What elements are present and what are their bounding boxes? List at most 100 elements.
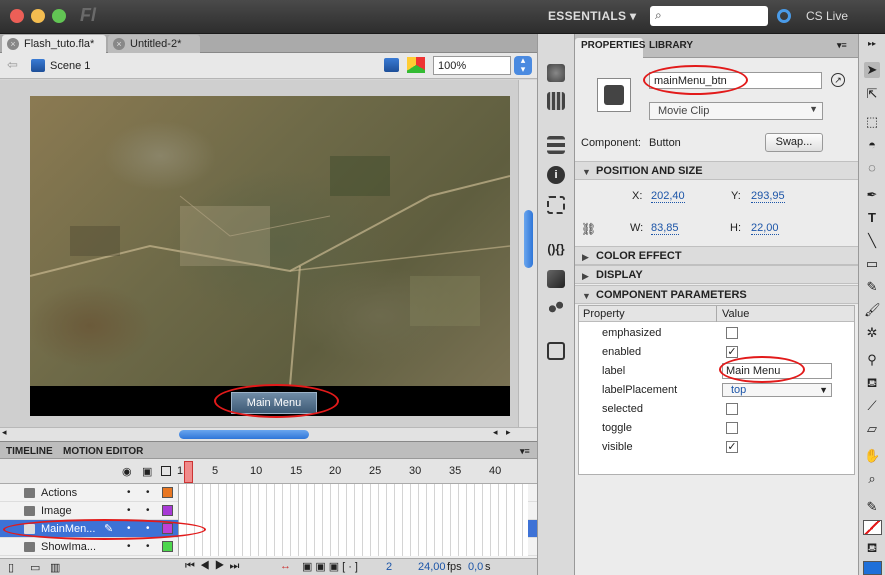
scroll-right-icon[interactable]: ▸ bbox=[506, 427, 511, 438]
subselection-tool-icon[interactable]: ⇱ bbox=[864, 86, 880, 102]
fill-color-icon[interactable]: ⛾ bbox=[864, 540, 880, 556]
outline-icon[interactable] bbox=[161, 466, 171, 476]
panel-menu-icon[interactable]: ▾≡ bbox=[520, 446, 530, 457]
lock-dot[interactable]: • bbox=[146, 505, 150, 516]
center-frame-icon[interactable]: ↔ bbox=[280, 560, 291, 572]
symbol-type-select[interactable]: Movie Clip ▼ bbox=[649, 102, 823, 120]
vertical-scrollbar[interactable] bbox=[518, 80, 537, 427]
horizontal-scroll-thumb[interactable] bbox=[179, 430, 309, 439]
eyedropper-icon[interactable]: ⟋ bbox=[864, 398, 880, 414]
fps-value[interactable]: 24,00 bbox=[418, 561, 446, 573]
align-icon[interactable] bbox=[547, 136, 565, 154]
visibility-dot[interactable]: • bbox=[127, 541, 131, 552]
cs-live-icon[interactable] bbox=[777, 9, 791, 23]
info-icon[interactable]: i bbox=[547, 166, 565, 184]
emphasized-checkbox[interactable] bbox=[726, 327, 738, 339]
frame-cells[interactable] bbox=[178, 484, 528, 502]
free-transform-icon[interactable]: ⬚ bbox=[864, 114, 880, 130]
section-color-effect[interactable]: ▶ COLOR EFFECT bbox=[575, 246, 858, 265]
layer-color-swatch[interactable] bbox=[162, 505, 173, 516]
paint-bucket-icon[interactable]: ⛾ bbox=[864, 375, 880, 391]
new-layer-icon[interactable]: ▯ bbox=[8, 561, 14, 574]
color-palette-icon[interactable] bbox=[547, 64, 565, 82]
selection-tool-icon[interactable]: ➤ bbox=[864, 62, 880, 78]
zoom-input[interactable]: 100% bbox=[433, 56, 511, 75]
fill-swatch[interactable] bbox=[863, 561, 882, 575]
playhead[interactable] bbox=[184, 461, 193, 483]
section-position-size[interactable]: ▼ POSITION AND SIZE bbox=[575, 161, 858, 180]
toggle-checkbox[interactable] bbox=[726, 422, 738, 434]
scroll-left-icon[interactable]: ◂ bbox=[493, 427, 498, 438]
w-value[interactable]: 83,85 bbox=[651, 222, 679, 235]
layer-name[interactable]: Image bbox=[41, 505, 72, 517]
layer-color-swatch[interactable] bbox=[162, 541, 173, 552]
swatches-icon[interactable] bbox=[547, 92, 565, 110]
new-folder-icon[interactable]: ▭ bbox=[30, 561, 40, 574]
frame-cells[interactable] bbox=[178, 538, 528, 556]
rectangle-tool-icon[interactable]: ▭ bbox=[864, 256, 880, 272]
motion-presets-icon[interactable] bbox=[547, 298, 565, 316]
tab-library[interactable]: LIBRARY bbox=[649, 40, 693, 51]
zoom-window-icon[interactable] bbox=[52, 9, 66, 23]
layer-color-swatch[interactable] bbox=[162, 487, 173, 498]
3d-rotation-icon[interactable]: ◓ bbox=[864, 137, 880, 153]
pencil-tool-icon[interactable]: ✎ bbox=[864, 279, 880, 295]
tab-timeline[interactable]: TIMELINE bbox=[6, 446, 53, 457]
scroll-left-icon[interactable]: ◂ bbox=[2, 427, 7, 438]
code-snippets-icon[interactable]: (){} bbox=[547, 240, 565, 258]
close-tab-icon[interactable]: × bbox=[7, 38, 19, 50]
workspace-switcher[interactable]: ESSENTIALS ▾ bbox=[548, 9, 636, 23]
close-tab-icon[interactable]: × bbox=[113, 38, 125, 50]
tab-flash-tuto[interactable]: × Flash_tuto.fla* bbox=[2, 35, 106, 53]
edit-scene-icon[interactable] bbox=[384, 58, 399, 72]
visibility-dot[interactable]: • bbox=[127, 487, 131, 498]
line-tool-icon[interactable]: ╲ bbox=[864, 233, 880, 249]
layer-name[interactable]: Actions bbox=[41, 487, 77, 499]
lock-dot[interactable]: • bbox=[146, 541, 150, 552]
stroke-swatch[interactable] bbox=[863, 520, 882, 535]
stroke-color-icon[interactable]: ✎ bbox=[864, 499, 880, 515]
frame-cells[interactable] bbox=[178, 502, 528, 520]
visible-checkbox[interactable]: ✓ bbox=[726, 441, 738, 453]
onion-skin-icons[interactable]: ▣▣▣[·] bbox=[302, 560, 361, 573]
lasso-icon[interactable]: ◌ bbox=[864, 160, 880, 176]
tab-properties[interactable]: PROPERTIES bbox=[581, 40, 645, 51]
edit-instance-icon[interactable]: ↗ bbox=[831, 73, 845, 87]
close-window-icon[interactable] bbox=[10, 9, 24, 23]
eraser-icon[interactable]: ▱ bbox=[864, 421, 880, 437]
label-placement-select[interactable]: top ▼ bbox=[722, 383, 832, 397]
help-search-input[interactable]: ⌕ bbox=[650, 6, 768, 26]
pen-tool-icon[interactable]: ✒ bbox=[864, 187, 880, 203]
y-value[interactable]: 293,95 bbox=[751, 190, 785, 203]
link-constrain-icon[interactable]: ⛓ bbox=[581, 222, 596, 236]
frame-ruler[interactable]: ◉ ▣ 1 5 10 15 20 25 30 35 40 bbox=[0, 459, 537, 484]
layer-row[interactable]: Actions • • bbox=[0, 484, 537, 502]
enabled-checkbox[interactable]: ✓ bbox=[726, 346, 738, 358]
visibility-dot[interactable]: • bbox=[127, 505, 131, 516]
tab-motion-editor[interactable]: MOTION EDITOR bbox=[63, 446, 143, 457]
panel-menu-icon[interactable]: ▾≡ bbox=[837, 40, 847, 51]
edit-symbols-icon[interactable] bbox=[407, 57, 425, 73]
text-tool-icon[interactable]: T bbox=[864, 210, 880, 226]
bone-tool-icon[interactable]: ⚲ bbox=[864, 352, 880, 368]
zoom-tool-icon[interactable]: ⌕ bbox=[864, 471, 880, 487]
components-icon[interactable] bbox=[547, 270, 565, 288]
swap-button[interactable]: Swap... bbox=[765, 133, 823, 152]
delete-layer-icon[interactable]: ▥ bbox=[50, 561, 60, 574]
transform-icon[interactable] bbox=[547, 196, 565, 214]
frame-cells[interactable] bbox=[178, 520, 528, 538]
minimize-window-icon[interactable] bbox=[31, 9, 45, 23]
lock-dot[interactable]: • bbox=[146, 487, 150, 498]
back-arrow-icon[interactable]: ⇦ bbox=[7, 57, 18, 73]
project-icon[interactable] bbox=[547, 342, 565, 360]
tab-untitled-2[interactable]: × Untitled-2* bbox=[108, 35, 200, 53]
layer-name[interactable]: ShowIma... bbox=[41, 541, 96, 553]
scene-label[interactable]: Scene 1 bbox=[50, 60, 90, 72]
lock-icon[interactable]: ▣ bbox=[142, 465, 152, 478]
selected-checkbox[interactable] bbox=[726, 403, 738, 415]
layer-row[interactable]: Image • • bbox=[0, 502, 537, 520]
eye-icon[interactable]: ◉ bbox=[122, 465, 132, 478]
cs-live-button[interactable]: CS Live bbox=[806, 9, 848, 23]
horizontal-scrollbar[interactable]: ◂ ◂ ▸ bbox=[0, 427, 537, 441]
section-display[interactable]: ▶ DISPLAY bbox=[575, 265, 858, 284]
